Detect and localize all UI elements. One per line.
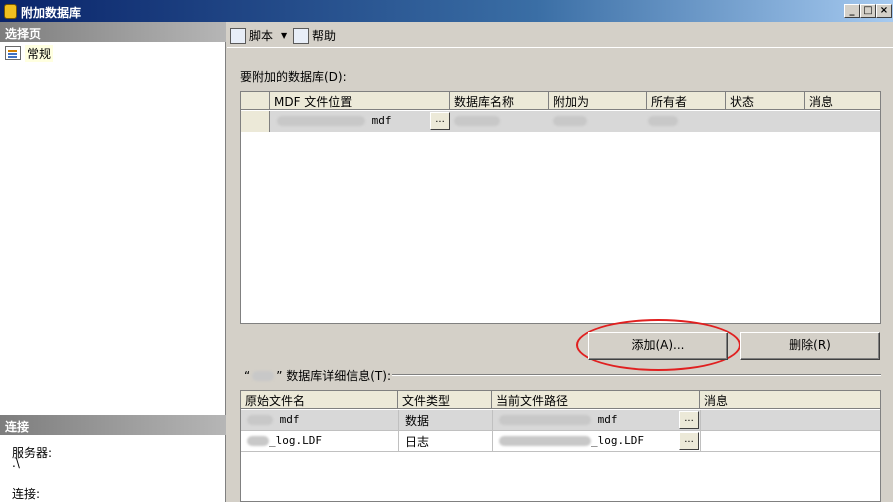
connection-label: 连接:: [12, 487, 41, 501]
nav-item-general[interactable]: 常规: [5, 44, 54, 62]
column-divider: [492, 410, 493, 452]
redacted-text: [277, 116, 365, 126]
maximize-button[interactable]: □: [860, 4, 876, 18]
path-text: mdf: [597, 413, 618, 426]
help-icon: [293, 27, 309, 44]
column-header[interactable]: MDF 文件位置: [270, 92, 450, 110]
redacted-text: [499, 415, 591, 425]
mdf-extension: mdf: [371, 114, 392, 127]
details-section-label: “ ” 数据库详细信息(T):: [244, 367, 391, 384]
browse-button[interactable]: ...: [679, 432, 699, 450]
path-text: _log.LDF: [591, 434, 644, 447]
browse-button[interactable]: ...: [430, 112, 450, 130]
script-icon: [230, 27, 246, 44]
script-button[interactable]: 脚本 ▼: [230, 27, 287, 44]
left-pane: 选择页 常规 连接 服务器: .\ 连接:: [0, 22, 226, 502]
table-row[interactable]: _log.LDF 日志 _log.LDF ...: [241, 431, 880, 452]
column-divider: [398, 410, 399, 452]
redacted-text: [499, 436, 591, 446]
redacted-text: [247, 415, 273, 425]
column-header[interactable]: 当前文件路径: [492, 391, 700, 409]
title-bar: 附加数据库 _ □ ×: [0, 0, 893, 22]
redacted-text: [648, 116, 678, 126]
browse-button[interactable]: ...: [679, 411, 699, 429]
chevron-down-icon[interactable]: ▼: [281, 31, 287, 40]
minimize-button[interactable]: _: [844, 4, 860, 18]
column-header[interactable]: 附加为: [549, 92, 647, 110]
column-header[interactable]: 数据库名称: [450, 92, 549, 110]
current-path-cell: _log.LDF: [495, 431, 675, 452]
column-header[interactable]: 所有者: [647, 92, 726, 110]
filename-text: _log.LDF: [269, 434, 322, 447]
window-title: 附加数据库: [21, 6, 82, 20]
redacted-text: [454, 116, 500, 126]
redacted-text: [247, 436, 269, 446]
attach-grid: MDF 文件位置 数据库名称 附加为 所有者 状态 消息 mdf ...: [240, 91, 881, 324]
redacted-text: [252, 370, 275, 381]
remove-button[interactable]: 删除(R): [740, 332, 880, 360]
details-label-prefix: “: [244, 368, 251, 383]
select-page-header: 选择页: [0, 22, 226, 42]
help-label: 帮助: [312, 29, 337, 43]
original-filename-cell: mdf: [243, 410, 393, 431]
table-row[interactable]: mdf ...: [241, 111, 880, 132]
redacted-text: [553, 116, 587, 126]
column-header[interactable]: 文件类型: [398, 391, 492, 409]
column-header[interactable]: 原始文件名: [241, 391, 398, 409]
mdf-location-cell[interactable]: mdf: [273, 111, 433, 132]
file-type-cell: 日志: [405, 435, 430, 449]
row-selector[interactable]: [241, 111, 270, 132]
script-label: 脚本: [249, 29, 274, 43]
close-button[interactable]: ×: [876, 4, 892, 18]
table-row[interactable]: mdf 数据 mdf ...: [241, 410, 880, 431]
details-grid: 原始文件名 文件类型 当前文件路径 消息 mdf 数据 mdf ... _log…: [240, 390, 881, 502]
attach-section-label: 要附加的数据库(D):: [240, 70, 347, 84]
nav-item-label: 常规: [25, 44, 54, 62]
column-header[interactable]: 消息: [700, 391, 880, 409]
current-path-cell: mdf: [495, 410, 675, 431]
filename-text: mdf: [279, 413, 300, 426]
divider: [392, 374, 881, 376]
original-filename-cell: _log.LDF: [243, 431, 393, 452]
connection-header: 连接: [0, 415, 226, 435]
file-type-cell: 数据: [405, 414, 430, 428]
general-page-icon: [5, 46, 21, 60]
details-label-suffix: ” 数据库详细信息(T):: [276, 369, 391, 383]
column-divider: [700, 410, 701, 452]
row-selector-header: [241, 92, 270, 110]
server-value: .\: [12, 456, 20, 470]
column-header[interactable]: 消息: [805, 92, 880, 110]
toolbar: 脚本 ▼ 帮助: [227, 22, 893, 48]
add-button[interactable]: 添加(A)...: [588, 332, 728, 360]
column-header[interactable]: 状态: [726, 92, 805, 110]
database-icon: [4, 4, 17, 19]
help-button[interactable]: 帮助: [293, 27, 336, 44]
